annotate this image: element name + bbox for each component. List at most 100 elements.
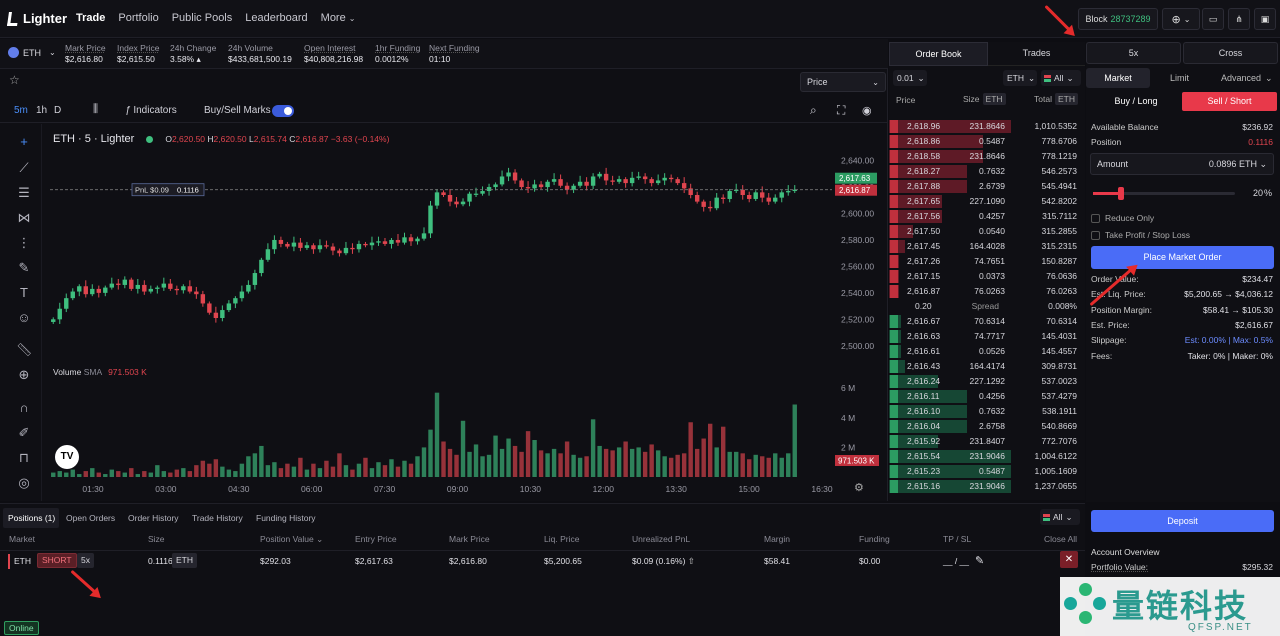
side-indicator bbox=[890, 330, 898, 343]
nav-portfolio[interactable]: Portfolio bbox=[118, 12, 158, 24]
candle-body bbox=[447, 195, 453, 202]
amount-slider[interactable] bbox=[1093, 187, 1235, 200]
nav-public-pools[interactable]: Public Pools bbox=[172, 12, 233, 24]
chart-settings-icon[interactable]: ⚙ bbox=[854, 481, 864, 494]
close-position-button[interactable]: ✕ bbox=[1060, 551, 1078, 568]
bid-row[interactable]: 2,616.24 227.1292 537.0023 bbox=[889, 374, 1085, 389]
col-position-value[interactable]: Position Value ⌄ bbox=[260, 534, 323, 545]
bid-row[interactable]: 2,616.61 0.0526 145.4557 bbox=[889, 344, 1085, 359]
x-tick-label: 06:00 bbox=[301, 484, 323, 494]
share-button[interactable]: ⋔ bbox=[1228, 8, 1250, 30]
bid-row[interactable]: 2,616.67 70.6314 70.6314 bbox=[889, 314, 1085, 329]
bid-row[interactable]: 2,616.04 2.6758 540.8669 bbox=[889, 419, 1085, 434]
amount-unit: ETH bbox=[1238, 158, 1257, 169]
ask-row[interactable]: 2,616.87 76.0263 76.0263 bbox=[889, 284, 1085, 299]
ask-row[interactable]: 2,617.45 164.4028 315.2315 bbox=[889, 239, 1085, 254]
language-button[interactable]: ⊕ ⌄ bbox=[1162, 8, 1200, 30]
positions-filter-value: All bbox=[1053, 512, 1063, 522]
chat-button[interactable]: ▭ bbox=[1202, 8, 1224, 30]
amount-input[interactable]: Amount 0.0896 ETH ⌄ bbox=[1090, 153, 1274, 175]
ask-row[interactable]: 2,618.27 0.7632 546.2573 bbox=[889, 164, 1085, 179]
ask-row[interactable]: 2,618.58 231.8646 778.1219 bbox=[889, 149, 1085, 164]
tick-size-select[interactable]: 0.01 ⌄ bbox=[893, 70, 927, 86]
nav-more[interactable]: More ⌄ bbox=[321, 12, 356, 24]
tab-limit[interactable]: Limit bbox=[1170, 68, 1189, 88]
ask-row[interactable]: 2,618.86 0.5487 778.6706 bbox=[889, 134, 1085, 149]
bid-row[interactable]: 2,616.11 0.4256 537.4279 bbox=[889, 389, 1085, 404]
ask-row[interactable]: 2,617.65 227.1090 542.8202 bbox=[889, 194, 1085, 209]
volume-bar bbox=[291, 466, 297, 477]
candle-body bbox=[434, 192, 440, 206]
tpsl-checkbox[interactable]: Take Profit / Stop Loss bbox=[1091, 230, 1190, 240]
ask-row[interactable]: 2,617.56 0.4257 315.7112 bbox=[889, 209, 1085, 224]
slider-handle[interactable] bbox=[1118, 187, 1125, 200]
bid-row[interactable]: 2,615.92 231.8407 772.7076 bbox=[889, 434, 1085, 449]
volume-bar bbox=[441, 441, 446, 477]
ask-row[interactable]: 2,617.50 0.0540 315.2855 bbox=[889, 224, 1085, 239]
ask-size: 76.0263 bbox=[974, 286, 1005, 296]
price-chart[interactable]: 2,640.002,620.002,600.002,580.002,560.00… bbox=[0, 69, 888, 501]
reduce-only-checkbox[interactable]: Reduce Only bbox=[1091, 213, 1154, 223]
position-size: 0.1116 bbox=[148, 556, 173, 566]
tab-trade-history[interactable]: Trade History bbox=[192, 513, 243, 523]
candle-body bbox=[623, 179, 628, 184]
tab-market[interactable]: Market bbox=[1086, 68, 1150, 88]
volume-bar bbox=[486, 454, 492, 477]
market-selector[interactable]: ETH ⌄ bbox=[8, 47, 56, 58]
ticker-24h-change: 24h Change 3.58% ▴ bbox=[170, 43, 216, 65]
ticker-value: 3.58% bbox=[170, 54, 195, 64]
side-indicator bbox=[890, 195, 898, 208]
book-filter-select[interactable]: All ⌄ bbox=[1041, 70, 1081, 86]
ask-row[interactable]: 2,617.26 74.7651 150.8287 bbox=[889, 254, 1085, 269]
detail-label: Fees: bbox=[1091, 350, 1113, 361]
y-tick-label: 2,640.00 bbox=[841, 156, 874, 166]
bid-row[interactable]: 2,615.23 0.5487 1,005.1609 bbox=[889, 464, 1085, 479]
tab-advanced[interactable]: Advanced ⌄ bbox=[1221, 68, 1273, 88]
tab-order-history[interactable]: Order History bbox=[128, 513, 179, 523]
ask-row[interactable]: 2,617.88 2.6739 545.4941 bbox=[889, 179, 1085, 194]
bid-row[interactable]: 2,616.63 74.7717 145.4031 bbox=[889, 329, 1085, 344]
volume-bar bbox=[480, 456, 485, 477]
candle-body bbox=[148, 288, 154, 292]
volume-bar bbox=[285, 463, 290, 477]
share-icon[interactable]: ⇧ bbox=[688, 556, 695, 566]
close-all-button[interactable]: Close All bbox=[1044, 534, 1077, 544]
tab-open-orders[interactable]: Open Orders bbox=[66, 513, 115, 523]
book-filter-value: All bbox=[1054, 73, 1064, 83]
app-logo[interactable]: Lighter bbox=[7, 11, 67, 26]
bid-price: 2,616.63 bbox=[907, 331, 941, 341]
nav-leaderboard[interactable]: Leaderboard bbox=[245, 12, 307, 24]
wallet-button[interactable]: ▣ bbox=[1254, 8, 1276, 30]
nav-trade[interactable]: Trade bbox=[76, 12, 105, 24]
deposit-button[interactable]: Deposit bbox=[1091, 510, 1274, 532]
x-tick-label: 16:30 bbox=[811, 484, 833, 494]
place-market-order-button[interactable]: Place Market Order bbox=[1091, 246, 1274, 269]
leverage-button[interactable]: 5x bbox=[1086, 42, 1181, 64]
positions-filter[interactable]: All ⌄ bbox=[1040, 509, 1080, 525]
candle-body bbox=[460, 201, 466, 205]
tab-trades[interactable]: Trades bbox=[988, 42, 1085, 66]
volume-bar bbox=[200, 460, 206, 477]
ask-row[interactable]: 2,618.96 231.8646 1,010.5352 bbox=[889, 119, 1085, 134]
bid-row[interactable]: 2,615.54 231.9046 1,004.6122 bbox=[889, 449, 1085, 464]
chart-panel: ☆ Price ⌄ 5m 1h D ⫼ ƒ Indicators Buy/Sell… bbox=[0, 69, 888, 501]
side-indicator bbox=[890, 225, 898, 238]
volume-bar bbox=[298, 457, 303, 477]
candle-body bbox=[174, 288, 180, 291]
volume-bar bbox=[766, 457, 771, 477]
bid-row[interactable]: 2,615.16 231.9046 1,237.0655 bbox=[889, 479, 1085, 494]
margin-mode-button[interactable]: Cross bbox=[1183, 42, 1278, 64]
tab-order-book[interactable]: Order Book bbox=[889, 42, 988, 66]
ask-row[interactable]: 2,617.15 0.0373 76.0636 bbox=[889, 269, 1085, 284]
buy-long-tab[interactable]: Buy / Long bbox=[1090, 92, 1182, 111]
sell-short-tab[interactable]: Sell / Short bbox=[1182, 92, 1277, 111]
asset-unit-select[interactable]: ETH ⌄ bbox=[1003, 70, 1037, 86]
bid-row[interactable]: 2,616.10 0.7632 538.1911 bbox=[889, 404, 1085, 419]
bid-row[interactable]: 2,616.43 164.4174 309.8731 bbox=[889, 359, 1085, 374]
edit-tpsl-icon[interactable]: ✎ bbox=[975, 554, 984, 567]
tab-positions[interactable]: Positions (1) bbox=[8, 513, 55, 523]
col-entry-price: Entry Price bbox=[355, 534, 397, 544]
tradingview-logo-icon[interactable]: TV bbox=[55, 445, 79, 469]
tab-funding-history[interactable]: Funding History bbox=[256, 513, 316, 523]
slider-percent-value[interactable]: 20 bbox=[1236, 188, 1263, 200]
